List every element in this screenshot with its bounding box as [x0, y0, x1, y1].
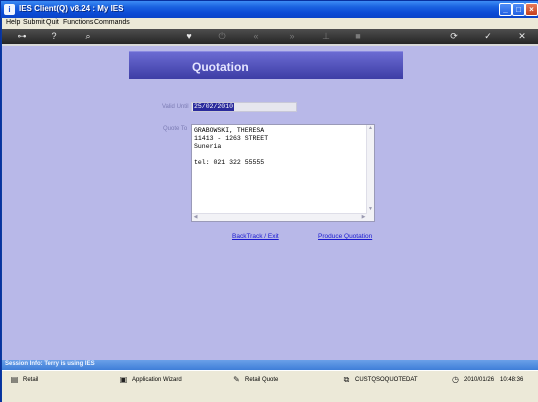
toolbar: ⊶ ? ⌕ ♥ ⏻ « » ⊥ ■ ⟳ ✓ ✕: [2, 29, 538, 44]
search-icon[interactable]: ⌕: [82, 31, 94, 42]
session-info-text: Session Info: Terry is using IES: [5, 361, 95, 367]
status-retail-quote[interactable]: ✎ Retail Quote: [232, 375, 278, 385]
menu-submit[interactable]: Submit: [23, 19, 45, 26]
application-window: i IES Client(Q) v8.24 : My IES _ □ × Hel…: [0, 0, 538, 402]
status-code: ⧉ CUSTQSOQUOTEDAT: [342, 375, 418, 385]
download-icon[interactable]: ⊥: [320, 31, 332, 42]
page-title: Quotation: [192, 60, 249, 74]
window-title: IES Client(Q) v8.24 : My IES: [19, 4, 124, 13]
status-wizard[interactable]: ▣ Application Wizard: [119, 375, 182, 385]
backtrack-exit-link[interactable]: BackTrack / Exit: [232, 233, 279, 240]
rewind-icon[interactable]: «: [250, 31, 262, 42]
fast-forward-icon[interactable]: »: [286, 31, 298, 42]
menu-functions[interactable]: Functions: [63, 19, 93, 26]
status-bar: ▤ Retail ▣ Application Wizard ✎ Retail Quot…: [2, 370, 538, 388]
clock-icon: ◷: [452, 375, 459, 384]
status-date-label: 2010/01/26: [464, 377, 495, 384]
status-retail-label: Retail: [23, 377, 39, 384]
status-date: ◷ 2010/01/26: [451, 375, 494, 385]
session-info-bar: Session Info: Terry is using IES: [2, 360, 538, 370]
heart-icon[interactable]: ♥: [183, 31, 195, 42]
scroll-right-arrow-icon[interactable]: ▶: [360, 214, 367, 221]
check-icon[interactable]: ✓: [482, 31, 494, 42]
quote-to-textarea[interactable]: GRABOWSKI, THERESA 11413 - 1263 STREET S…: [191, 124, 375, 222]
status-time: 10:48:36: [500, 377, 524, 383]
horizontal-scrollbar[interactable]: ◀ ▶: [192, 213, 367, 221]
form-header: Quotation: [129, 51, 403, 79]
wizard-icon: ▣: [119, 375, 128, 384]
menu-help[interactable]: Help: [6, 19, 20, 26]
valid-until-label: Valid Until: [162, 104, 189, 110]
title-bar[interactable]: i IES Client(Q) v8.24 : My IES _ □ ×: [1, 1, 538, 18]
status-retail-quote-label: Retail Quote: [245, 377, 279, 384]
window-bottom: [2, 388, 538, 402]
power-icon[interactable]: ⏻: [216, 31, 228, 42]
menu-quit[interactable]: Quit: [46, 19, 59, 26]
quote-icon: ✎: [233, 375, 240, 384]
status-retail[interactable]: ▤ Retail: [10, 375, 39, 385]
ies-app-icon[interactable]: i: [4, 4, 15, 15]
key-icon[interactable]: ⊶: [12, 31, 32, 42]
status-code-label: CUSTQSOQUOTEDAT: [355, 377, 418, 384]
scroll-left-arrow-icon[interactable]: ◀: [192, 214, 199, 221]
close-icon[interactable]: ✕: [516, 31, 528, 42]
menu-bar: Help Submit Quit Functions Commands: [2, 18, 538, 29]
help-icon[interactable]: ?: [48, 31, 60, 42]
valid-until-value: 25/02/2010: [193, 103, 235, 111]
retail-icon: ▤: [10, 375, 19, 384]
main-content: Quotation Valid Until 25/02/2010 Quote T…: [2, 46, 538, 360]
vertical-scrollbar[interactable]: ▲ ▼: [366, 125, 374, 221]
produce-quotation-link[interactable]: Produce Quotation: [318, 233, 372, 240]
status-wizard-label: Application Wizard: [132, 377, 182, 384]
quote-to-label: Quote To: [163, 126, 188, 132]
scroll-up-arrow-icon[interactable]: ▲: [367, 125, 374, 132]
close-window-button[interactable]: ×: [525, 3, 538, 16]
refresh-icon[interactable]: ⟳: [448, 31, 460, 42]
minimize-button[interactable]: _: [499, 3, 512, 16]
quote-to-text: GRABOWSKI, THERESA 11413 - 1263 STREET S…: [194, 127, 269, 166]
stop-icon[interactable]: ■: [352, 31, 364, 42]
scroll-down-arrow-icon[interactable]: ▼: [367, 206, 374, 213]
code-icon: ⧉: [343, 375, 350, 384]
menu-commands[interactable]: Commands: [94, 19, 130, 26]
valid-until-field[interactable]: 25/02/2010: [191, 102, 297, 112]
maximize-button[interactable]: □: [512, 3, 525, 16]
